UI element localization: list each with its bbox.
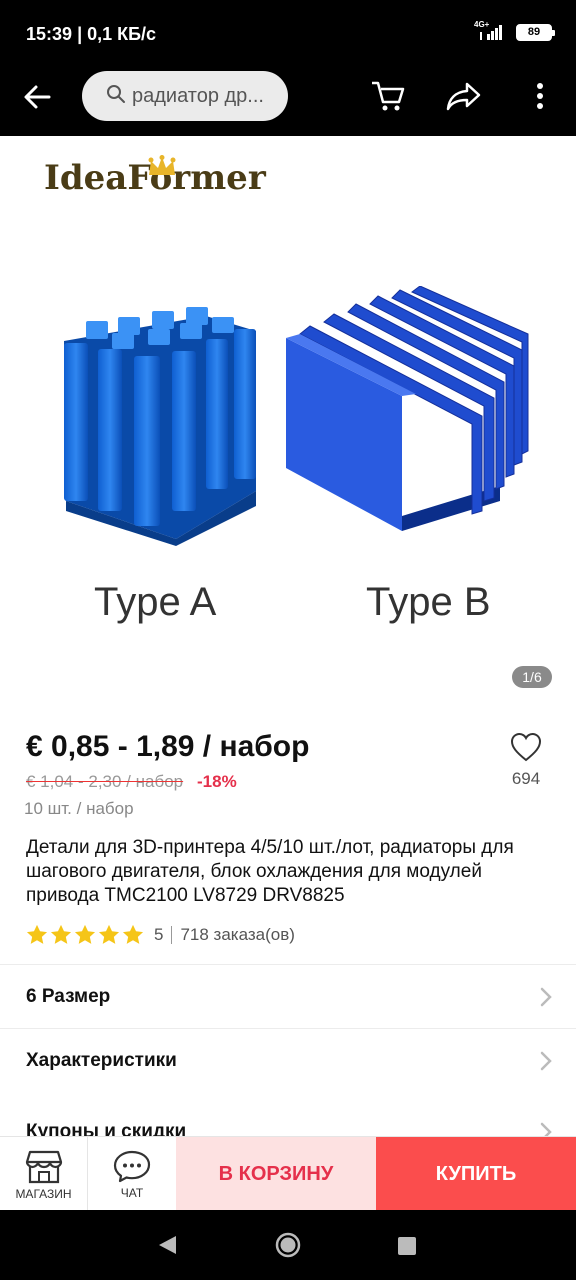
- heart-icon: [510, 732, 542, 766]
- orders-count: 718 заказа(ов): [180, 924, 295, 944]
- discount-badge: -18%: [197, 772, 237, 791]
- star-icon: [26, 924, 48, 944]
- heatsink-type-b-image: [286, 286, 529, 531]
- status-time: 15:39 | 0,1 КБ/с: [26, 24, 156, 45]
- system-navigation-bar: [0, 1210, 576, 1280]
- image-counter: 1/6: [512, 666, 552, 688]
- net-speed: | 0,1 КБ/с: [77, 24, 157, 44]
- nav-back-icon[interactable]: [156, 1234, 178, 1261]
- chat-button[interactable]: ЧАТ: [88, 1137, 176, 1211]
- more-vertical-icon[interactable]: [518, 76, 562, 116]
- buy-now-button[interactable]: КУПИТЬ: [376, 1137, 576, 1211]
- app-bar: радиатор др...: [0, 70, 576, 136]
- rating-stars: [26, 924, 144, 945]
- wishlist-button[interactable]: 694: [506, 732, 546, 798]
- type-b-label: Type B: [366, 580, 491, 624]
- price: € 0,85 - 1,89 / набор: [26, 730, 310, 763]
- chat-icon: [113, 1149, 151, 1186]
- chat-label: ЧАТ: [120, 1185, 144, 1200]
- rating-row[interactable]: 5 718 заказа(ов): [26, 924, 295, 945]
- top-bar: 15:39 | 0,1 КБ/с 4G+ 89 радиатор др...: [0, 0, 576, 136]
- star-icon: [74, 924, 96, 944]
- star-icon: [122, 924, 144, 944]
- old-price: € 1,04 - 2,30 / набор: [26, 772, 184, 791]
- type-a-label: Type A: [94, 580, 217, 624]
- search-input[interactable]: радиатор др...: [82, 71, 288, 121]
- size-selector-row[interactable]: 6 Размер: [0, 964, 576, 1028]
- status-icons: 4G+ 89: [474, 20, 555, 42]
- specs-label: Характеристики: [26, 1049, 177, 1071]
- add-to-cart-button[interactable]: В КОРЗИНУ: [176, 1137, 376, 1211]
- specifications-row[interactable]: Характеристики: [0, 1028, 576, 1092]
- nav-home-icon[interactable]: [274, 1231, 302, 1264]
- search-icon: [106, 84, 126, 109]
- product-title: Детали для 3D-принтера 4/5/10 шт./лот, р…: [26, 837, 514, 906]
- signal-icon: 4G+: [474, 20, 506, 42]
- chevron-right-icon: [540, 1051, 552, 1077]
- nav-recents-icon[interactable]: [398, 1237, 416, 1260]
- store-button[interactable]: МАГАЗИН: [0, 1137, 88, 1211]
- crown-icon: [147, 148, 177, 188]
- share-icon[interactable]: [442, 76, 486, 116]
- wishlist-count: 694: [511, 769, 541, 788]
- star-icon: [98, 924, 120, 944]
- chevron-right-icon: [540, 987, 552, 1013]
- back-arrow-icon[interactable]: [22, 82, 62, 112]
- store-label: МАГАЗИН: [15, 1186, 72, 1201]
- brand-logo: IdeaFormer: [44, 155, 266, 198]
- battery-level: 89: [527, 26, 541, 38]
- size-label: 6 Размер: [26, 985, 111, 1007]
- store-icon: [25, 1148, 63, 1187]
- star-icon: [50, 924, 72, 944]
- network-type: 4G+: [474, 20, 490, 29]
- cart-icon[interactable]: [366, 76, 410, 116]
- search-text: радиатор др...: [132, 84, 264, 107]
- bottom-action-bar: МАГАЗИН ЧАТ В КОРЗИНУ КУПИТЬ: [0, 1136, 576, 1211]
- battery-icon: 89: [516, 23, 555, 41]
- clock: 15:39: [26, 24, 73, 44]
- rating-value: 5: [154, 924, 164, 944]
- unit-info: 10 шт. / набор: [24, 799, 134, 818]
- divider: [171, 925, 173, 944]
- product-gallery[interactable]: IdeaFormer Type A Type B 1/6: [0, 136, 576, 706]
- status-bar: 15:39 | 0,1 КБ/с 4G+ 89: [0, 0, 576, 70]
- heatsink-type-a-image: [64, 307, 256, 546]
